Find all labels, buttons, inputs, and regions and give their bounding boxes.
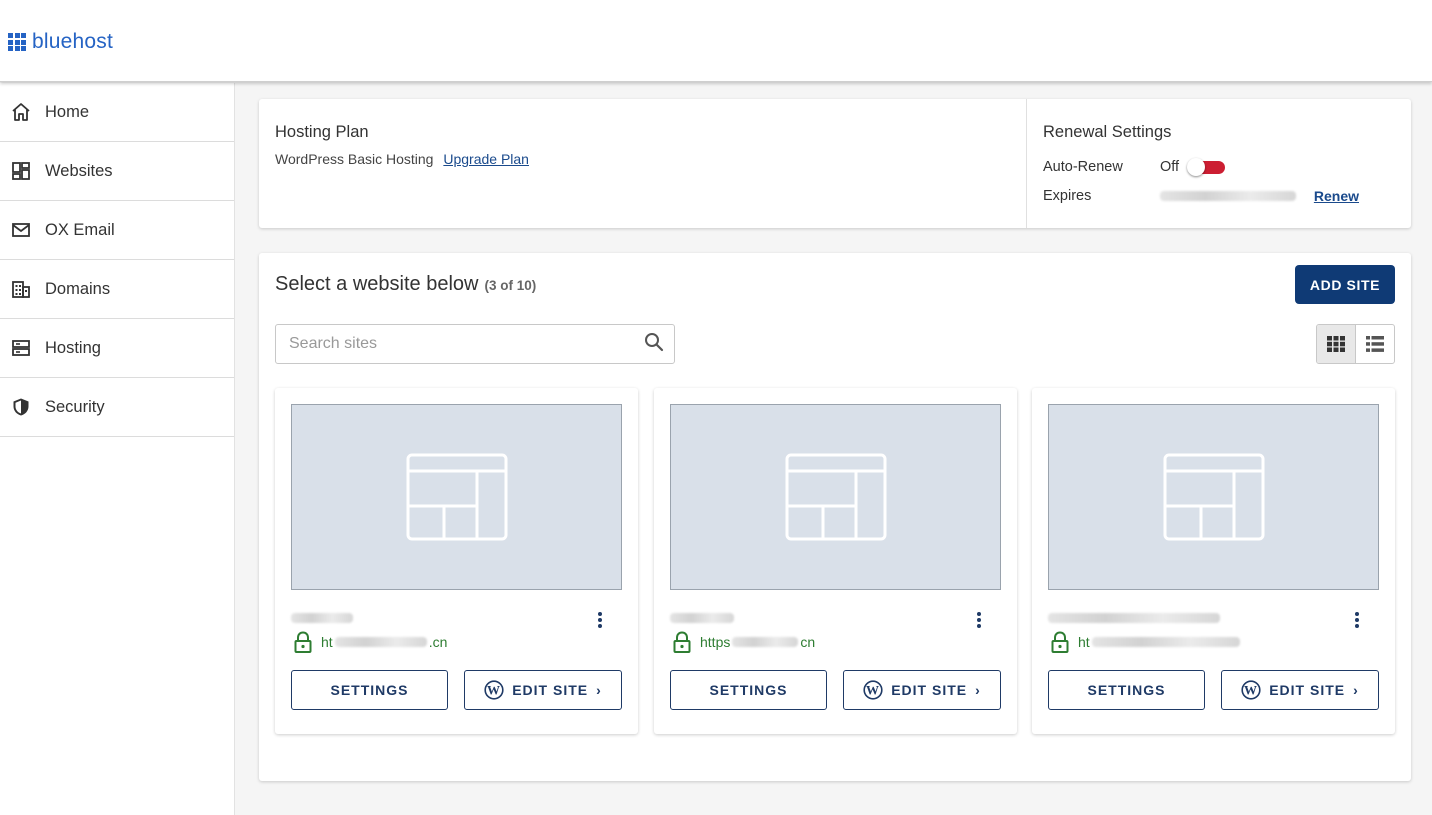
search-sites: [275, 324, 675, 364]
wordpress-icon: W: [1241, 680, 1261, 700]
grid-view-icon[interactable]: [1317, 325, 1356, 363]
settings-button[interactable]: SETTINGS: [291, 670, 448, 710]
wordpress-icon: W: [863, 680, 883, 700]
renewal-settings-title: Renewal Settings: [1043, 123, 1172, 141]
site-name-redacted: [670, 610, 734, 628]
site-thumbnail[interactable]: [1048, 404, 1379, 590]
site-thumbnail[interactable]: [670, 404, 1001, 590]
wordpress-icon: W: [484, 680, 504, 700]
server-icon: [10, 337, 32, 359]
auto-renew-label: Auto-Renew: [1043, 158, 1123, 175]
sidebar-item-label: Home: [45, 102, 90, 121]
sidebar-item-label: OX Email: [45, 220, 115, 239]
auto-renew-toggle[interactable]: [1187, 157, 1226, 176]
expires-row: Expires Renew: [1043, 181, 1395, 210]
renew-link[interactable]: Renew: [1314, 188, 1359, 204]
site-name-redacted: [1048, 610, 1220, 628]
edit-site-button[interactable]: W EDIT SITE ›: [843, 670, 1001, 710]
sidebar-item-home[interactable]: Home: [0, 83, 234, 142]
lock-icon: [673, 631, 691, 653]
site-url[interactable]: ht: [1050, 631, 1242, 653]
renewal-settings: Renewal Settings Auto-Renew Off Expires …: [1043, 123, 1395, 210]
sidebar-item-label: Websites: [45, 161, 113, 180]
lock-icon: [1051, 631, 1069, 653]
auto-renew-row: Auto-Renew Off: [1043, 152, 1395, 181]
hosting-plan-line: WordPress Basic Hosting Upgrade Plan: [275, 151, 529, 167]
hosting-plan-card: Hosting Plan WordPress Basic Hosting Upg…: [259, 99, 1411, 228]
site-card: ht SETTINGS W EDIT SITE ›: [1032, 388, 1395, 734]
site-url[interactable]: https cn: [672, 631, 815, 653]
svg-text:W: W: [1244, 683, 1258, 698]
more-options-icon[interactable]: [592, 610, 608, 630]
site-layout-icon: [1163, 453, 1264, 541]
lock-icon: [294, 631, 312, 653]
domains-icon: [10, 278, 32, 300]
sidebar-item-security[interactable]: Security: [0, 378, 234, 437]
settings-button[interactable]: SETTINGS: [1048, 670, 1205, 710]
chevron-right-icon: ›: [596, 682, 602, 698]
search-icon[interactable]: [644, 332, 664, 357]
sidebar-item-label: Security: [45, 397, 105, 416]
sidebar-item-label: Domains: [45, 279, 111, 298]
more-options-icon[interactable]: [971, 610, 987, 630]
sidebar-item-ox-email[interactable]: OX Email: [0, 201, 234, 260]
auto-renew-state: Off: [1160, 158, 1180, 175]
list-view-icon[interactable]: [1356, 325, 1394, 363]
view-mode-toggle: [1316, 324, 1395, 364]
sites-count: (3 of 10): [484, 278, 537, 293]
sites-heading: Select a website below (3 of 10): [275, 273, 536, 296]
mail-icon: [10, 219, 32, 241]
bluehost-logo[interactable]: bluehost: [8, 30, 113, 54]
hosting-plan-name: WordPress Basic Hosting: [275, 151, 434, 167]
logo-text: bluehost: [32, 30, 113, 53]
site-layout-icon: [785, 453, 886, 541]
site-layout-icon: [406, 453, 507, 541]
sidebar-item-domains[interactable]: Domains: [0, 260, 234, 319]
site-card: ht .cn SETTINGS W EDIT SITE ›: [275, 388, 638, 734]
websites-icon: [10, 160, 32, 182]
expires-label: Expires: [1043, 187, 1092, 204]
logo-grid-icon: [8, 33, 26, 51]
upgrade-plan-link[interactable]: Upgrade Plan: [443, 151, 529, 167]
sidebar-item-websites[interactable]: Websites: [0, 142, 234, 201]
site-name-redacted: [291, 610, 353, 628]
shield-icon: [10, 396, 32, 418]
divider: [1026, 99, 1027, 228]
edit-site-button[interactable]: W EDIT SITE ›: [464, 670, 622, 710]
sites-card: Select a website below (3 of 10) ADD SITE…: [259, 253, 1411, 781]
home-icon: [10, 101, 32, 123]
expires-date-redacted: [1160, 190, 1296, 201]
hosting-plan-title: Hosting Plan: [275, 123, 369, 141]
chevron-right-icon: ›: [975, 682, 981, 698]
settings-button[interactable]: SETTINGS: [670, 670, 827, 710]
edit-site-button[interactable]: W EDIT SITE ›: [1221, 670, 1379, 710]
sidebar-item-label: Hosting: [45, 338, 101, 357]
site-card: https cn SETTINGS W EDIT SITE ›: [654, 388, 1017, 734]
search-input[interactable]: [289, 335, 644, 353]
svg-text:W: W: [487, 683, 501, 698]
svg-text:W: W: [866, 683, 880, 698]
more-options-icon[interactable]: [1349, 610, 1365, 630]
site-thumbnail[interactable]: [291, 404, 622, 590]
sidebar-item-hosting[interactable]: Hosting: [0, 319, 234, 378]
sites-title: Select a website below: [275, 273, 479, 295]
site-url[interactable]: ht .cn: [293, 631, 447, 653]
top-header: bluehost: [0, 0, 1432, 82]
hosting-plan-info: Hosting Plan WordPress Basic Hosting Upg…: [275, 123, 529, 167]
chevron-right-icon: ›: [1353, 682, 1359, 698]
add-site-button[interactable]: ADD SITE: [1295, 265, 1395, 304]
sidebar: Home Websites OX Email Domains Hosting S…: [0, 83, 235, 815]
